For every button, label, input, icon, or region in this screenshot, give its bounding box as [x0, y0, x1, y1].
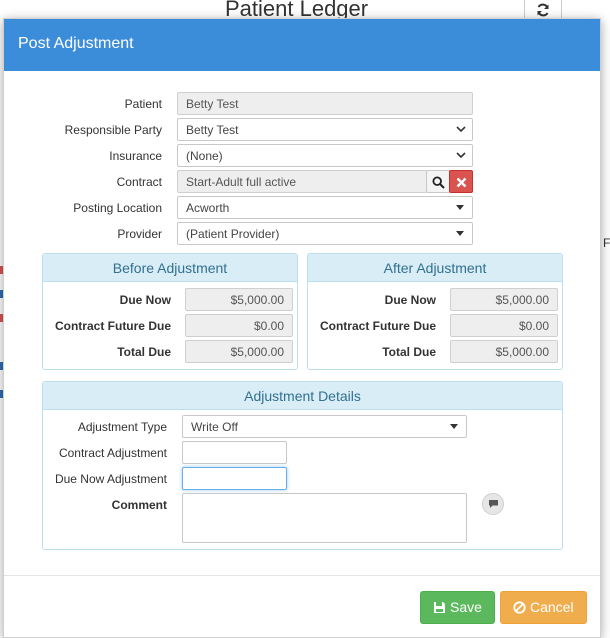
caret-down-icon	[450, 424, 458, 429]
background-column-header: F	[603, 236, 610, 250]
due-now-adjustment-input[interactable]	[182, 467, 287, 490]
adjustment-type-value: Write Off	[191, 420, 238, 434]
ban-icon	[513, 601, 526, 614]
contract-adjustment-input[interactable]	[182, 441, 287, 464]
adjustment-details-title: Adjustment Details	[43, 382, 562, 410]
caret-down-icon	[456, 205, 464, 210]
before-due-now-value: $5,000.00	[185, 288, 293, 311]
before-contract-future-due-label: Contract Future Due	[54, 319, 171, 333]
cancel-button-label: Cancel	[530, 599, 574, 615]
patient-field: Betty Test	[177, 92, 473, 115]
modal-footer-divider	[4, 575, 600, 576]
floppy-disk-icon	[434, 602, 445, 613]
comment-icon	[489, 500, 498, 508]
comment-button[interactable]	[482, 493, 504, 515]
insurance-select[interactable]: (None)	[177, 144, 473, 167]
save-button-label: Save	[450, 599, 482, 615]
after-adjustment-panel: After Adjustment Due Now $5,000.00 Contr…	[307, 253, 563, 370]
contract-value: Start-Adult full active	[186, 175, 297, 189]
provider-value: (Patient Provider)	[186, 227, 280, 241]
responsible-party-select[interactable]: Betty Test	[177, 118, 473, 141]
before-total-due-label: Total Due	[117, 345, 171, 359]
before-total-due-value: $5,000.00	[185, 340, 293, 363]
responsible-party-value: Betty Test	[186, 123, 239, 137]
provider-label: Provider	[117, 227, 162, 241]
before-adjustment-panel: Before Adjustment Due Now $5,000.00 Cont…	[42, 253, 298, 370]
after-adjustment-title: After Adjustment	[308, 254, 562, 282]
provider-select[interactable]: (Patient Provider)	[177, 222, 473, 245]
chevron-down-icon	[456, 126, 466, 133]
search-icon	[432, 176, 445, 189]
contract-clear-button[interactable]	[449, 170, 473, 193]
adjustment-type-select[interactable]: Write Off	[182, 415, 467, 438]
comment-textarea[interactable]	[182, 493, 467, 543]
chevron-down-icon	[456, 152, 466, 159]
responsible-party-label: Responsible Party	[64, 123, 162, 137]
due-now-adjustment-label: Due Now Adjustment	[54, 472, 167, 486]
posting-location-label: Posting Location	[73, 201, 162, 215]
contract-adjustment-label: Contract Adjustment	[58, 446, 167, 460]
clear-icon	[456, 177, 467, 188]
after-contract-future-due-label: Contract Future Due	[319, 319, 436, 333]
patient-label: Patient	[124, 97, 162, 111]
after-total-due-value: $5,000.00	[450, 340, 558, 363]
insurance-label: Insurance	[109, 149, 162, 163]
modal-header: Post Adjustment	[4, 19, 600, 71]
before-contract-future-due-value: $0.00	[185, 314, 293, 337]
posting-location-value: Acworth	[186, 201, 230, 215]
before-due-now-label: Due Now	[119, 293, 171, 307]
modal-title: Post Adjustment	[18, 35, 134, 52]
after-total-due-label: Total Due	[382, 345, 436, 359]
insurance-value: (None)	[186, 149, 223, 163]
post-adjustment-modal: Post Adjustment Patient Betty Test Respo…	[3, 18, 601, 638]
after-due-now-value: $5,000.00	[450, 288, 558, 311]
after-due-now-label: Due Now	[384, 293, 436, 307]
save-button[interactable]: Save	[420, 591, 495, 624]
posting-location-select[interactable]: Acworth	[177, 196, 473, 219]
cancel-button[interactable]: Cancel	[500, 591, 587, 624]
comment-label: Comment	[111, 498, 167, 512]
patient-value: Betty Test	[186, 97, 239, 111]
before-adjustment-title: Before Adjustment	[43, 254, 297, 282]
contract-label: Contract	[116, 175, 162, 189]
contract-field: Start-Adult full active	[177, 170, 427, 193]
refresh-icon	[537, 3, 549, 17]
adjustment-type-label: Adjustment Type	[77, 420, 167, 434]
after-contract-future-due-value: $0.00	[450, 314, 558, 337]
caret-down-icon	[456, 231, 464, 236]
contract-search-button[interactable]	[426, 170, 450, 193]
